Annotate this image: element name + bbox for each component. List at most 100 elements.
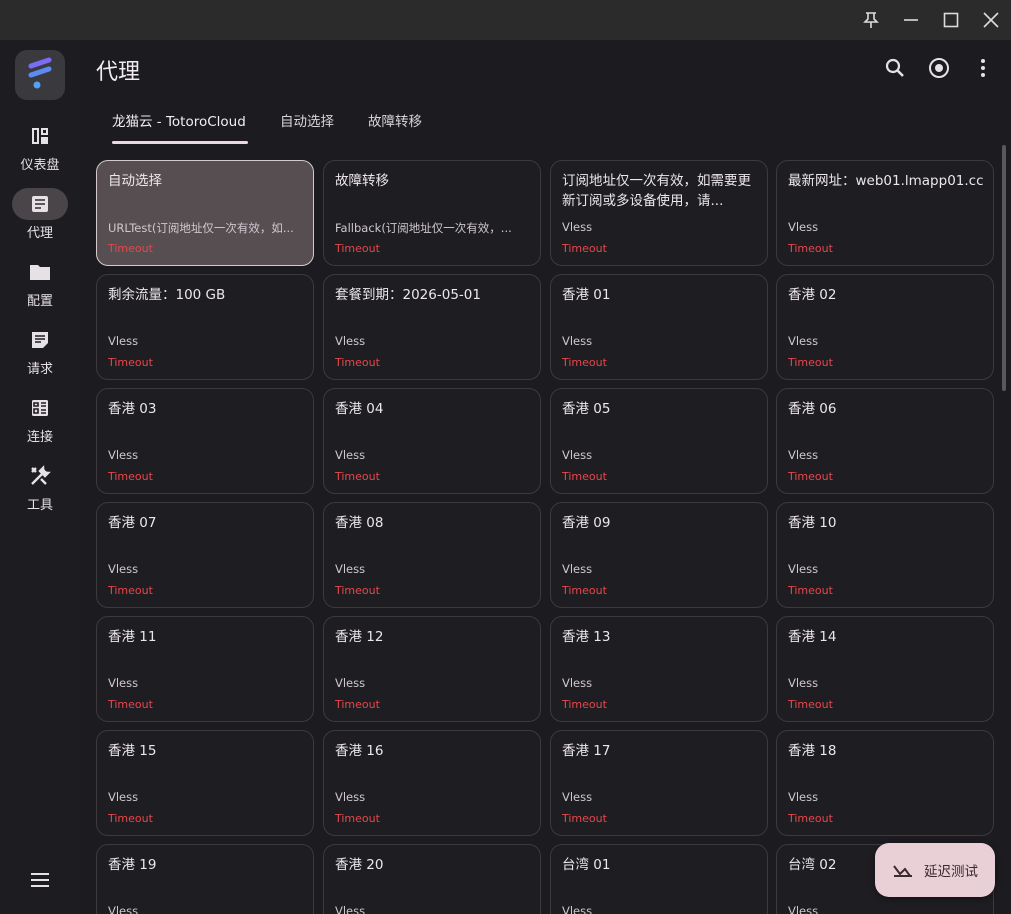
search-icon[interactable] — [881, 54, 909, 82]
proxy-card[interactable]: 订阅地址仅一次有效，如需要更新订阅或多设备使用，请... Vless Timeout — [550, 160, 768, 266]
proxy-card[interactable]: 香港 06 Vless Timeout — [776, 388, 994, 494]
folder-icon — [12, 256, 68, 288]
pin-icon[interactable] — [857, 6, 885, 34]
proxy-delay: Timeout — [335, 470, 380, 483]
proxy-name: 香港 10 — [788, 515, 837, 531]
proxy-card[interactable]: 香港 09 Vless Timeout — [550, 502, 768, 608]
proxy-delay: Timeout — [562, 584, 607, 597]
proxy-card[interactable]: 香港 07 Vless Timeout — [96, 502, 314, 608]
minimize-icon[interactable] — [897, 6, 925, 34]
tab-auto-select[interactable]: 自动选择 — [280, 110, 334, 144]
proxy-type: Vless — [335, 790, 366, 804]
delay-test-button[interactable]: 延迟测试 — [875, 843, 995, 897]
proxy-type: URLTest(订阅地址仅一次有效，如... — [108, 221, 294, 235]
proxy-card[interactable]: 剩余流量：100 GB Vless Timeout — [96, 274, 314, 380]
proxy-delay: Timeout — [108, 812, 153, 825]
proxy-card[interactable]: 台湾 01 Vless — [550, 844, 768, 914]
proxy-card[interactable]: 香港 08 Vless Timeout — [323, 502, 541, 608]
rail-label: 配置 — [26, 294, 53, 309]
proxy-card[interactable]: 香港 19 Vless — [96, 844, 314, 914]
proxy-grid: 自动选择 URLTest(订阅地址仅一次有效，如... Timeout 故障转移 Fal… — [96, 160, 996, 914]
proxy-name: 香港 07 — [108, 515, 157, 531]
proxy-delay: Timeout — [788, 584, 833, 597]
proxy-type: Vless — [108, 676, 139, 690]
proxy-delay: Timeout — [108, 584, 153, 597]
proxy-name: 香港 18 — [788, 743, 837, 759]
proxy-delay: Timeout — [335, 812, 380, 825]
rail-label: 工具 — [26, 498, 53, 513]
proxy-name: 香港 16 — [335, 743, 384, 759]
proxy-card[interactable]: 套餐到期：2026-05-01 Vless Timeout — [323, 274, 541, 380]
menu-icon[interactable] — [28, 868, 52, 892]
proxy-type: Vless — [788, 448, 819, 462]
proxy-delay: Timeout — [562, 242, 607, 255]
proxy-name: 香港 15 — [108, 743, 157, 759]
rail-item-config[interactable]: 配置 — [0, 256, 80, 320]
proxy-name: 香港 05 — [562, 401, 611, 417]
proxy-icon — [12, 188, 68, 220]
proxy-type: Vless — [562, 904, 593, 914]
tab-fallback[interactable]: 故障转移 — [368, 110, 422, 144]
proxy-name: 香港 08 — [335, 515, 384, 531]
proxy-type: Vless — [788, 790, 819, 804]
proxy-card[interactable]: 香港 01 Vless Timeout — [550, 274, 768, 380]
target-icon[interactable] — [925, 54, 953, 82]
proxy-card[interactable]: 香港 02 Vless Timeout — [776, 274, 994, 380]
speed-test-icon — [893, 865, 912, 877]
proxy-type: Vless — [108, 790, 139, 804]
proxy-type: Vless — [788, 676, 819, 690]
proxy-name: 香港 14 — [788, 629, 837, 645]
proxy-card[interactable]: 香港 16 Vless Timeout — [323, 730, 541, 836]
connection-icon — [12, 392, 68, 424]
proxy-delay: Timeout — [562, 356, 607, 369]
close-icon[interactable] — [977, 6, 1005, 34]
proxy-type: Vless — [108, 562, 139, 576]
proxy-type: Vless — [788, 220, 819, 234]
proxy-card[interactable]: 香港 05 Vless Timeout — [550, 388, 768, 494]
tab-totorocloud[interactable]: 龙猫云 - TotoroCloud — [112, 110, 248, 144]
proxy-delay: Timeout — [108, 242, 153, 255]
maximize-icon[interactable] — [937, 6, 965, 34]
proxy-card[interactable]: 香港 13 Vless Timeout — [550, 616, 768, 722]
proxy-card[interactable]: 香港 15 Vless Timeout — [96, 730, 314, 836]
proxy-name: 香港 12 — [335, 629, 384, 645]
scrollbar[interactable] — [1002, 145, 1006, 391]
proxy-card[interactable]: 最新网址：web01.lmapp01.cc Vless Timeout — [776, 160, 994, 266]
proxy-card[interactable]: 香港 04 Vless Timeout — [323, 388, 541, 494]
proxy-delay: Timeout — [108, 470, 153, 483]
proxy-card[interactable]: 香港 14 Vless Timeout — [776, 616, 994, 722]
proxy-type: Vless — [788, 904, 819, 914]
proxy-type: Vless — [562, 790, 593, 804]
proxy-card[interactable]: 香港 12 Vless Timeout — [323, 616, 541, 722]
proxy-card[interactable]: 香港 17 Vless Timeout — [550, 730, 768, 836]
proxy-delay: Timeout — [788, 242, 833, 255]
proxy-type: Vless — [562, 676, 593, 690]
rail-item-proxy[interactable]: 代理 — [0, 188, 80, 252]
proxy-type: Vless — [562, 448, 593, 462]
more-vert-icon[interactable] — [969, 54, 997, 82]
proxy-card[interactable]: 故障转移 Fallback(订阅地址仅一次有效，... Timeout — [323, 160, 541, 266]
rail-item-tools[interactable]: 工具 — [0, 460, 80, 524]
rail-label: 仪表盘 — [20, 158, 60, 173]
proxy-card[interactable]: 香港 03 Vless Timeout — [96, 388, 314, 494]
proxy-card[interactable]: 香港 11 Vless Timeout — [96, 616, 314, 722]
rail-label: 连接 — [26, 430, 53, 445]
tab-label: 故障转移 — [368, 114, 422, 130]
proxy-card[interactable]: 香港 10 Vless Timeout — [776, 502, 994, 608]
proxy-delay: Timeout — [562, 812, 607, 825]
proxy-name: 香港 11 — [108, 629, 157, 645]
rail-item-requests[interactable]: 请求 — [0, 324, 80, 388]
request-icon — [12, 324, 68, 356]
proxy-card[interactable]: 香港 20 Vless — [323, 844, 541, 914]
active-tab-indicator — [112, 141, 248, 144]
proxy-name: 套餐到期：2026-05-01 — [335, 287, 481, 303]
proxy-type: Vless — [108, 334, 139, 348]
rail-item-dashboard[interactable]: 仪表盘 — [0, 120, 80, 184]
proxy-card[interactable]: 香港 18 Vless Timeout — [776, 730, 994, 836]
proxy-name: 最新网址：web01.lmapp01.cc — [788, 173, 984, 189]
rail-item-connections[interactable]: 连接 — [0, 392, 80, 456]
proxy-card[interactable]: 自动选择 URLTest(订阅地址仅一次有效，如... Timeout — [96, 160, 314, 266]
rail-label: 请求 — [26, 362, 53, 377]
tools-icon — [12, 460, 68, 492]
page-title: 代理 — [96, 60, 141, 85]
